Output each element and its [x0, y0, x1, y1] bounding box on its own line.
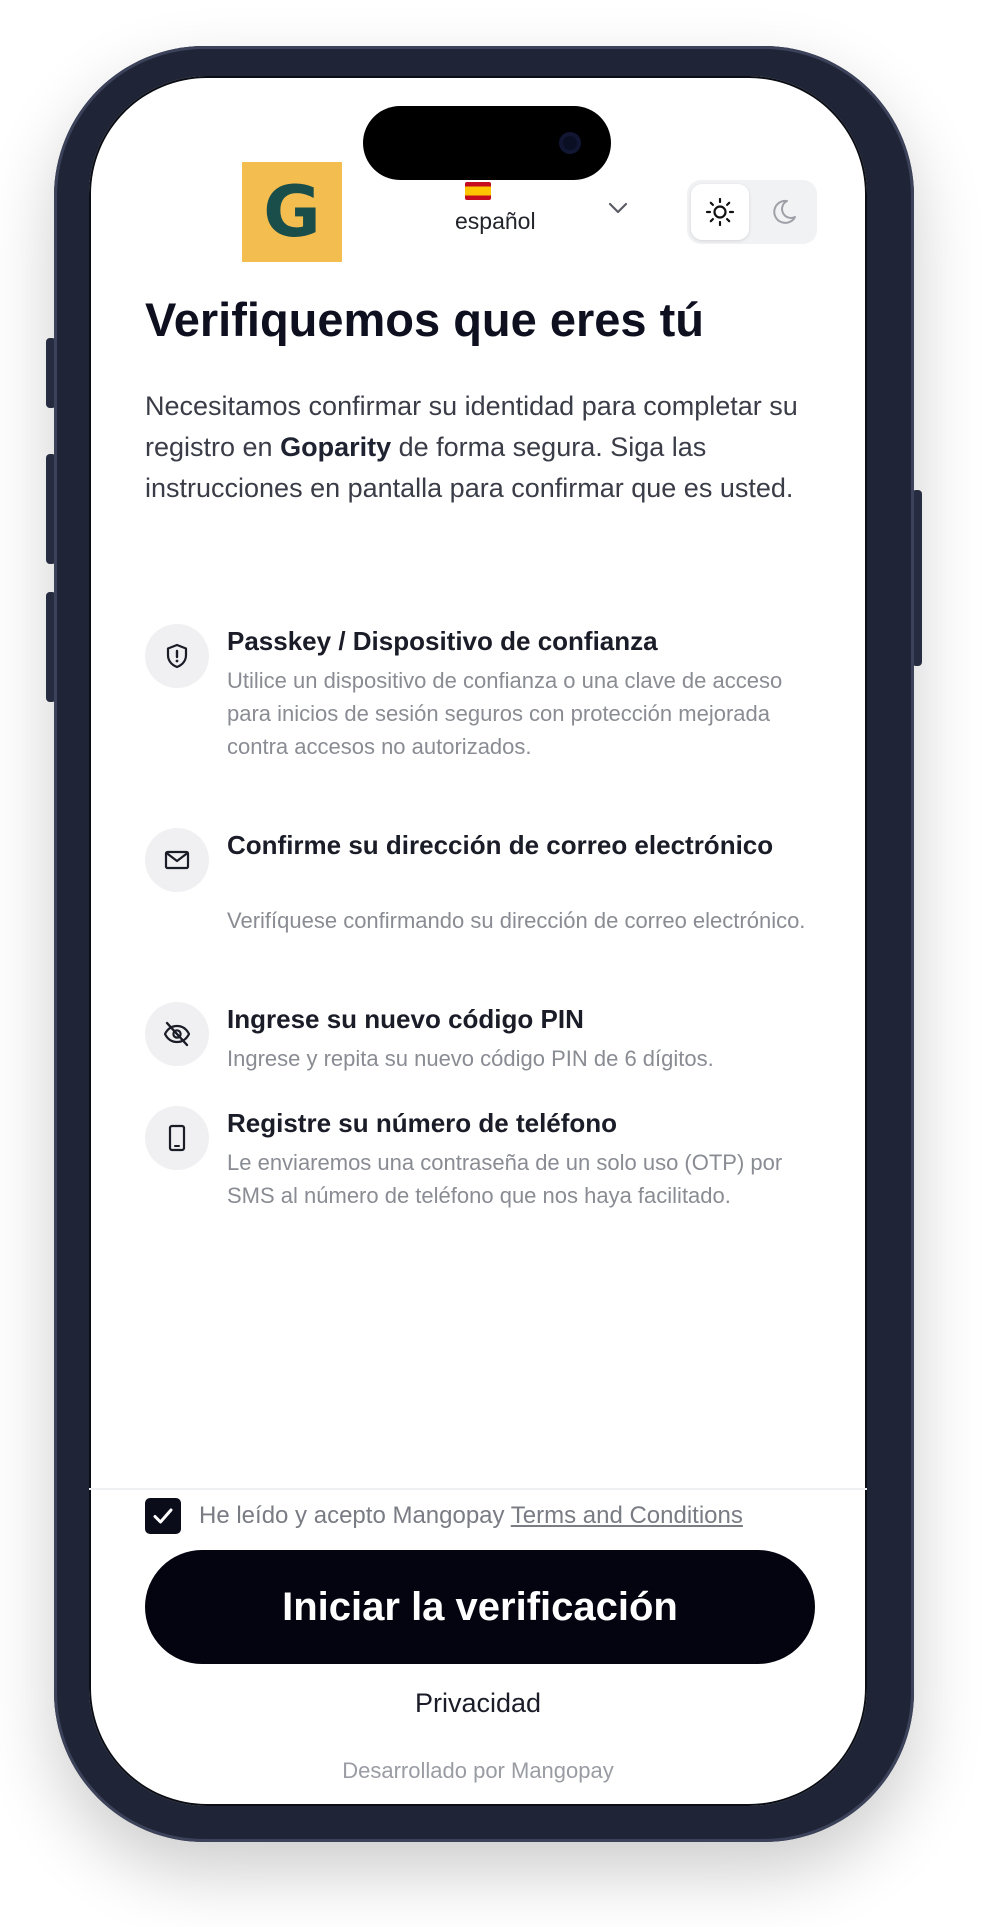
step-title: Ingrese su nuevo código PIN [227, 1004, 584, 1034]
logo-letter: G [263, 171, 321, 253]
terms-text: He leído y acepto Mangopay [199, 1502, 511, 1529]
eye-off-icon [163, 1021, 191, 1047]
chevron-down-icon[interactable] [607, 201, 629, 215]
step-icon-container [145, 624, 209, 688]
spain-flag-icon [465, 182, 491, 200]
step-description: Ingrese y repita su nuevo código PIN de … [227, 1046, 714, 1071]
terms-label: He leído y acepto Mangopay Terms and Con… [199, 1502, 743, 1530]
light-theme-button[interactable] [691, 184, 749, 240]
mockup-stage: G español Verifiquemos que eres tú Neces… [0, 0, 1005, 1927]
dynamic-island [363, 106, 611, 180]
theme-toggle [687, 180, 817, 244]
step-icon-container [145, 1106, 209, 1170]
terms-link[interactable]: Terms and Conditions [511, 1502, 743, 1529]
terms-agreement: He leído y acepto Mangopay Terms and Con… [145, 1498, 825, 1538]
step-title: Registre su número de teléfono [227, 1108, 618, 1138]
language-selector[interactable]: español [455, 182, 595, 252]
step-icon-container [145, 828, 209, 892]
checkmark-icon [153, 1508, 173, 1524]
terms-checkbox[interactable] [145, 1498, 181, 1534]
intro-text: Necesitamos confirmar su identidad para … [145, 386, 805, 509]
privacy-link[interactable]: Privacidad [89, 1688, 867, 1719]
phone-icon [168, 1124, 186, 1152]
start-verification-button[interactable]: Iniciar la verificación [145, 1550, 815, 1664]
step-description: Le enviaremos una contraseña de un solo … [227, 1150, 783, 1208]
language-label: español [455, 208, 536, 234]
step-title: Confirme su dirección de correo electrón… [227, 830, 774, 860]
sun-icon [705, 197, 735, 227]
step-title: Passkey / Dispositivo de confianza [227, 626, 658, 656]
brand-name: Goparity [280, 432, 392, 462]
powered-by-text: Desarrollado por Mangopay [342, 1758, 614, 1783]
shield-icon [166, 643, 188, 669]
goparity-logo: G [242, 162, 342, 262]
step-description: Verifíquese confirmando su dirección de … [227, 908, 806, 933]
moon-icon [773, 199, 796, 224]
dark-theme-button[interactable] [755, 184, 813, 240]
phone-screen: G español Verifiquemos que eres tú Neces… [89, 76, 867, 1806]
front-camera [559, 132, 581, 154]
step-description: Utilice un dispositivo de confianza o un… [227, 668, 783, 759]
step-icon-container [145, 1002, 209, 1066]
footer-divider [89, 1488, 867, 1490]
page-title: Verifiquemos que eres tú [145, 293, 704, 346]
mail-icon [164, 850, 190, 870]
